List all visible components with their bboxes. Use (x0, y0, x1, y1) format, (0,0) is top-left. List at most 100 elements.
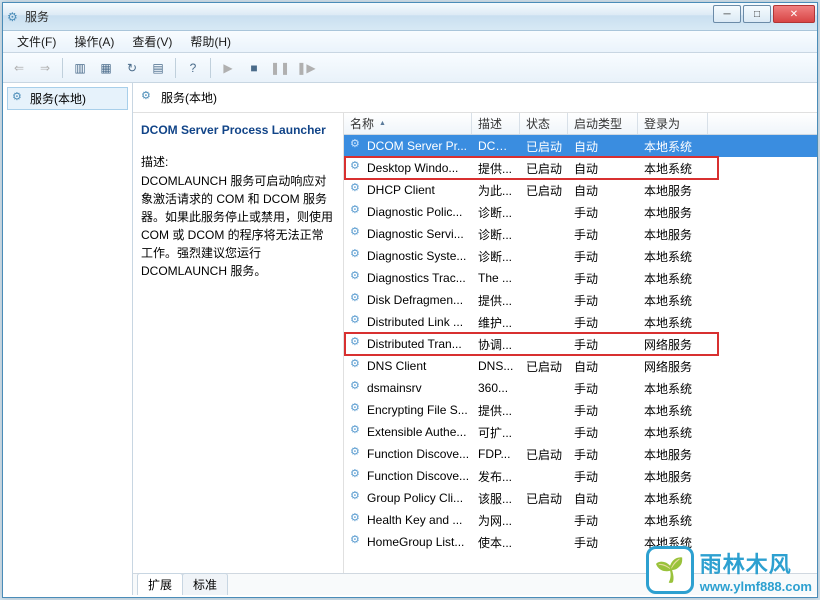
svc-status (520, 518, 568, 522)
col-startup[interactable]: 启动类型 (568, 113, 638, 134)
tree-root-item[interactable]: 服务(本地) (7, 87, 128, 110)
svc-desc: The ... (472, 269, 520, 287)
table-row[interactable]: Distributed Tran...协调...手动网络服务 (344, 333, 817, 355)
gear-icon (12, 92, 26, 106)
titlebar[interactable]: 服务 ─ □ ✕ (3, 3, 817, 31)
svc-name: Health Key and ... (367, 513, 462, 527)
svc-logon: 本地服务 (638, 180, 708, 201)
svc-status (520, 320, 568, 324)
svc-startup: 手动 (568, 268, 638, 289)
table-row[interactable]: Disk Defragmen...提供...手动本地系统 (344, 289, 817, 311)
tab-extended[interactable]: 扩展 (137, 573, 183, 595)
svc-status: 已启动 (520, 356, 568, 377)
svc-startup: 自动 (568, 356, 638, 377)
svc-startup: 手动 (568, 466, 638, 487)
svc-name: Function Discove... (367, 447, 469, 461)
svc-startup: 手动 (568, 246, 638, 267)
svc-status: 已启动 (520, 158, 568, 179)
table-row[interactable]: DNS Client DNS...已启动自动网络服务 (344, 355, 817, 377)
pause-button[interactable]: ❚❚ (268, 56, 292, 80)
table-row[interactable]: Function Discove...发布...手动本地服务 (344, 465, 817, 487)
col-status[interactable]: 状态 (520, 113, 568, 134)
table-row[interactable]: Diagnostic Syste...诊断...手动本地系统 (344, 245, 817, 267)
table-row[interactable]: Diagnostic Servi...诊断...手动本地服务 (344, 223, 817, 245)
close-button[interactable]: ✕ (773, 5, 815, 23)
gear-icon (350, 447, 364, 461)
minimize-button[interactable]: ─ (713, 5, 741, 23)
svc-logon: 本地系统 (638, 510, 708, 531)
svc-name: DHCP Client (367, 183, 435, 197)
col-desc[interactable]: 描述 (472, 113, 520, 134)
svc-desc: 该服... (472, 488, 520, 509)
svc-logon: 网络服务 (638, 356, 708, 377)
table-row[interactable]: Desktop Windo...提供...已启动自动本地系统 (344, 157, 817, 179)
svc-desc: 诊断... (472, 224, 520, 245)
tree-pane: 服务(本地) (3, 83, 133, 595)
svc-startup: 手动 (568, 444, 638, 465)
menu-view[interactable]: 查看(V) (124, 31, 180, 52)
svc-status (520, 232, 568, 236)
svc-name: DNS Client (367, 359, 426, 373)
separator (62, 58, 63, 78)
svc-startup: 自动 (568, 136, 638, 157)
menu-action[interactable]: 操作(A) (66, 31, 122, 52)
svc-logon: 本地系统 (638, 312, 708, 333)
app-icon (7, 10, 21, 24)
table-row[interactable]: Diagnostic Polic...诊断...手动本地服务 (344, 201, 817, 223)
gear-icon (350, 139, 364, 153)
svc-desc: 为此... (472, 180, 520, 201)
window-title: 服务 (25, 8, 813, 25)
svc-startup: 手动 (568, 334, 638, 355)
svc-name: Function Discove... (367, 469, 469, 483)
svc-logon: 本地系统 (638, 268, 708, 289)
svc-startup: 手动 (568, 202, 638, 223)
forward-button[interactable]: ⇒ (33, 56, 57, 80)
show-hide-tree-button[interactable]: ▥ (68, 56, 92, 80)
menubar: 文件(F) 操作(A) 查看(V) 帮助(H) (3, 31, 817, 53)
col-logon[interactable]: 登录为 (638, 113, 708, 134)
svc-name: Distributed Link ... (367, 315, 463, 329)
svc-name: dsmainsrv (367, 381, 422, 395)
table-row[interactable]: Function Discove...FDP...已启动手动本地服务 (344, 443, 817, 465)
right-header: 服务(本地) (133, 83, 817, 113)
svc-startup: 自动 (568, 158, 638, 179)
svc-startup: 手动 (568, 510, 638, 531)
svc-status (520, 430, 568, 434)
list-header: 名称 描述 状态 启动类型 登录为 (344, 113, 817, 135)
table-row[interactable]: Group Policy Cli...该服...已启动自动本地系统 (344, 487, 817, 509)
svc-desc: 提供... (472, 400, 520, 421)
stop-button[interactable]: ■ (242, 56, 266, 80)
gear-icon (350, 161, 364, 175)
table-row[interactable]: DHCP Client为此...已启动自动本地服务 (344, 179, 817, 201)
table-row[interactable]: dsmainsrv360...手动本地系统 (344, 377, 817, 399)
svc-desc: 为网... (472, 510, 520, 531)
back-button[interactable]: ⇐ (7, 56, 31, 80)
svc-name: Encrypting File S... (367, 403, 468, 417)
menu-help[interactable]: 帮助(H) (182, 31, 239, 52)
table-row[interactable]: DCOM Server Pr...DCO...已启动自动本地系统 (344, 135, 817, 157)
table-row[interactable]: Distributed Link ...维护...手动本地系统 (344, 311, 817, 333)
table-row[interactable]: Health Key and ... 为网... 手动本地系统 (344, 509, 817, 531)
maximize-button[interactable]: □ (743, 5, 771, 23)
properties-button[interactable]: ▦ (94, 56, 118, 80)
restart-button[interactable]: ❚▶ (294, 56, 318, 80)
col-name[interactable]: 名称 (344, 113, 472, 134)
table-row[interactable]: Extensible Authe...可扩...手动本地系统 (344, 421, 817, 443)
body: 服务(本地) 服务(本地) DCOM Server Process Launch… (3, 83, 817, 595)
menu-file[interactable]: 文件(F) (9, 31, 64, 52)
tab-standard[interactable]: 标准 (182, 573, 228, 595)
services-list: 名称 描述 状态 启动类型 登录为 DCOM Server Pr...DCO..… (343, 113, 817, 573)
svc-desc: DNS... (472, 357, 520, 375)
refresh-button[interactable]: ↻ (120, 56, 144, 80)
start-button[interactable]: ▶ (216, 56, 240, 80)
svc-startup: 自动 (568, 488, 638, 509)
svc-name: Extensible Authe... (367, 425, 466, 439)
export-button[interactable]: ▤ (146, 56, 170, 80)
description-pane: DCOM Server Process Launcher 描述: DCOMLAU… (133, 113, 343, 573)
table-row[interactable]: Encrypting File S...提供...手动本地系统 (344, 399, 817, 421)
help-button[interactable]: ? (181, 56, 205, 80)
table-row[interactable]: Diagnostics Trac...The ...手动本地系统 (344, 267, 817, 289)
rows-container[interactable]: DCOM Server Pr...DCO...已启动自动本地系统Desktop … (344, 135, 817, 573)
right-pane: 服务(本地) DCOM Server Process Launcher 描述: … (133, 83, 817, 595)
svc-logon: 本地服务 (638, 466, 708, 487)
